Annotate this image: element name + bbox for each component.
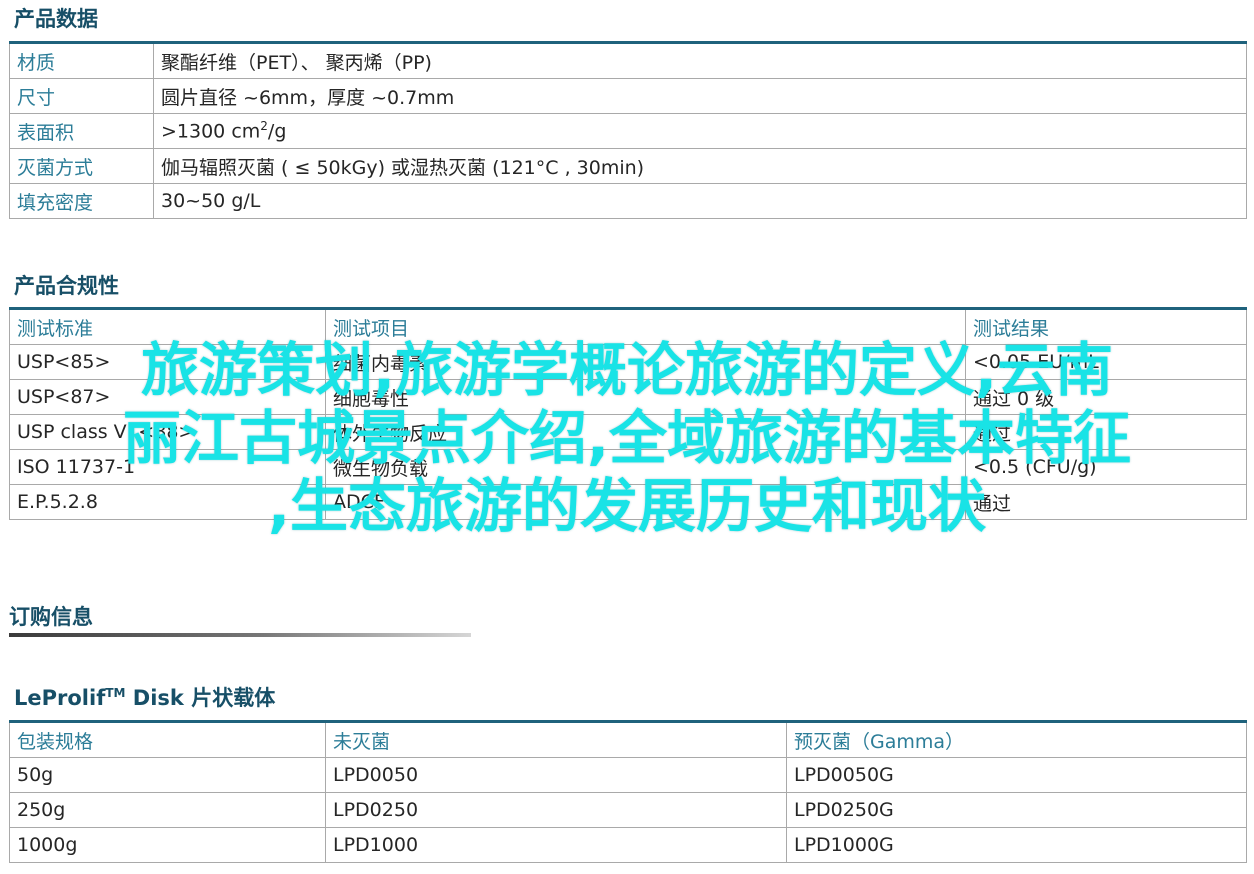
table-row: E.P.5.2.8 ADCF 通过 <box>9 484 1247 520</box>
spec-label: 表面积 <box>9 113 154 149</box>
table-row: USP<87> 细胞毒性 通过 0 级 <box>9 379 1247 415</box>
cell-item: 细菌内毒素 <box>325 344 966 380</box>
cell-standard: E.P.5.2.8 <box>9 484 326 520</box>
cell-package: 50g <box>9 757 326 793</box>
table-row: USP<85> 细菌内毒素 <0.05 EU/mL <box>9 344 1247 380</box>
spec-value-suffix: /g <box>267 120 287 143</box>
spec-value: 30~50 g/L <box>153 183 1247 219</box>
spec-label: 填充密度 <box>9 183 154 219</box>
table-row: 表面积 >1300 cm2/g <box>9 113 1247 149</box>
column-header-gamma-sterile: 预灭菌（Gamma） <box>786 721 1247 758</box>
spec-value: >1300 cm2/g <box>153 113 1247 149</box>
cell-package: 1000g <box>9 827 326 863</box>
spec-label: 材质 <box>9 42 154 79</box>
disk-title: LeProlifTM Disk 片状载体 <box>14 682 275 712</box>
cell-item: ADCF <box>325 484 966 520</box>
table-header-row: 测试标准 测试项目 测试结果 <box>9 308 1247 345</box>
column-header-result: 测试结果 <box>965 308 1247 345</box>
cell-result: <0.05 EU/mL <box>965 344 1247 380</box>
compliance-table: 测试标准 测试项目 测试结果 USP<85> 细菌内毒素 <0.05 EU/mL USP<8… <box>9 307 1247 520</box>
table-row: 1000g LPD1000 LPD1000G <box>9 827 1247 863</box>
table-header-row: 包装规格 未灭菌 预灭菌（Gamma） <box>9 721 1247 758</box>
column-header-standard: 测试标准 <box>9 308 326 345</box>
compliance-title: 产品合规性 <box>14 274 119 298</box>
table-row: ISO 11737-1 微生物负载 <0.5 (CFU/g) <box>9 449 1247 485</box>
cell-standard: USP<85> <box>9 344 326 380</box>
table-row: 250g LPD0250 LPD0250G <box>9 792 1247 828</box>
cell-gamma-sterile: LPD0250G <box>786 792 1247 828</box>
cell-result: <0.5 (CFU/g) <box>965 449 1247 485</box>
cell-non-sterile: LPD0050 <box>325 757 787 793</box>
disk-title-prefix: LeProlif <box>14 686 106 710</box>
spec-label: 灭菌方式 <box>9 148 154 184</box>
cell-item: 微生物负载 <box>325 449 966 485</box>
column-header-non-sterile: 未灭菌 <box>325 721 787 758</box>
spec-value: 聚酯纤维（PET）、 聚丙烯（PP) <box>153 42 1247 79</box>
column-header-item: 测试项目 <box>325 308 966 345</box>
cell-non-sterile: LPD1000 <box>325 827 787 863</box>
ordering-underline <box>9 633 471 637</box>
product-data-table: 材质 聚酯纤维（PET）、 聚丙烯（PP) 尺寸 圆片直径 ~6mm，厚度 ~0.7m… <box>9 41 1247 219</box>
cell-result: 通过 <box>965 414 1247 450</box>
spec-value: 圆片直径 ~6mm，厚度 ~0.7mm <box>153 78 1247 114</box>
cell-gamma-sterile: LPD1000G <box>786 827 1247 863</box>
cell-gamma-sterile: LPD0050G <box>786 757 1247 793</box>
cell-package: 250g <box>9 792 326 828</box>
disk-title-suffix: Disk 片状载体 <box>125 686 276 710</box>
cell-standard: USP<87> <box>9 379 326 415</box>
spec-value-prefix: >1300 cm <box>161 120 261 143</box>
cell-item: 细胞毒性 <box>325 379 966 415</box>
spec-value-sup: 2 <box>260 119 268 134</box>
table-row: 填充密度 30~50 g/L <box>9 183 1247 219</box>
disk-title-tm: TM <box>105 686 126 700</box>
cell-result: 通过 <box>965 484 1247 520</box>
spec-value: 伽马辐照灭菌 ( ≤ 50kGy) 或湿热灭菌 (121°C , 30min) <box>153 148 1247 184</box>
column-header-package: 包装规格 <box>9 721 326 758</box>
product-data-title: 产品数据 <box>14 7 98 31</box>
table-row: 材质 聚酯纤维（PET）、 聚丙烯（PP) <box>9 42 1247 79</box>
cell-item: 体外生物反应 <box>325 414 966 450</box>
table-row: 尺寸 圆片直径 ~6mm，厚度 ~0.7mm <box>9 78 1247 114</box>
cell-standard: ISO 11737-1 <box>9 449 326 485</box>
spec-label: 尺寸 <box>9 78 154 114</box>
table-row: 灭菌方式 伽马辐照灭菌 ( ≤ 50kGy) 或湿热灭菌 (121°C , 30m… <box>9 148 1247 184</box>
cell-non-sterile: LPD0250 <box>325 792 787 828</box>
ordering-title: 订购信息 <box>9 605 93 629</box>
disk-table: 包装规格 未灭菌 预灭菌（Gamma） 50g LPD0050 LPD0050G 250g L… <box>9 720 1247 863</box>
table-row: USP class VI <88> 体外生物反应 通过 <box>9 414 1247 450</box>
cell-standard: USP class VI <88> <box>9 414 326 450</box>
cell-result: 通过 0 级 <box>965 379 1247 415</box>
table-row: 50g LPD0050 LPD0050G <box>9 757 1247 793</box>
